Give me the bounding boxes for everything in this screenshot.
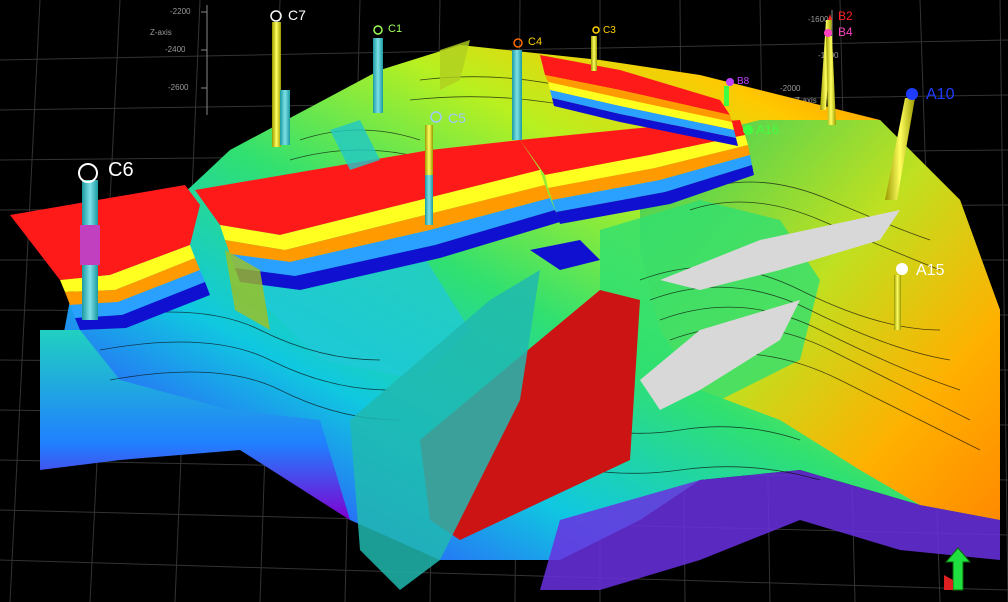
- axis-tick: -2200: [170, 7, 191, 16]
- well-label: C5: [448, 110, 466, 126]
- well-symbol-icon: [726, 78, 734, 86]
- well-label: B4: [838, 25, 853, 39]
- well-label: A10: [926, 86, 955, 103]
- axis-tick: -2400: [165, 45, 186, 54]
- well-symbol-icon: [513, 38, 523, 48]
- well-label: B8: [737, 76, 750, 87]
- well-label: A16: [756, 122, 779, 137]
- well-label: C3: [603, 25, 616, 36]
- well-symbol-icon: [78, 163, 98, 183]
- well-label: A15: [916, 262, 945, 279]
- well-symbol-icon: [824, 29, 832, 37]
- axis-tick: -2000: [780, 84, 801, 93]
- left-z-axis: -2200 -2400 -2600 Z-axis: [150, 5, 208, 115]
- well-symbol-icon: [743, 125, 753, 135]
- well-label: C7: [288, 7, 306, 23]
- well-label: B2: [838, 9, 853, 23]
- well-symbol-icon: [592, 26, 600, 34]
- well-symbol-icon: [828, 14, 832, 20]
- well-label: C4: [528, 36, 542, 48]
- well-label: C6: [108, 159, 134, 181]
- well-symbol-icon: [906, 88, 918, 100]
- axis-title: Z-axis: [150, 28, 172, 37]
- axis-tick: -2600: [168, 83, 189, 92]
- 3d-viewport[interactable]: -2200 -2400 -2600 Z-axis -1600 -1800 -20…: [0, 0, 1008, 602]
- well-label: C1: [388, 23, 402, 35]
- well-symbol-icon: [896, 263, 908, 275]
- well-symbol-icon: [373, 25, 383, 35]
